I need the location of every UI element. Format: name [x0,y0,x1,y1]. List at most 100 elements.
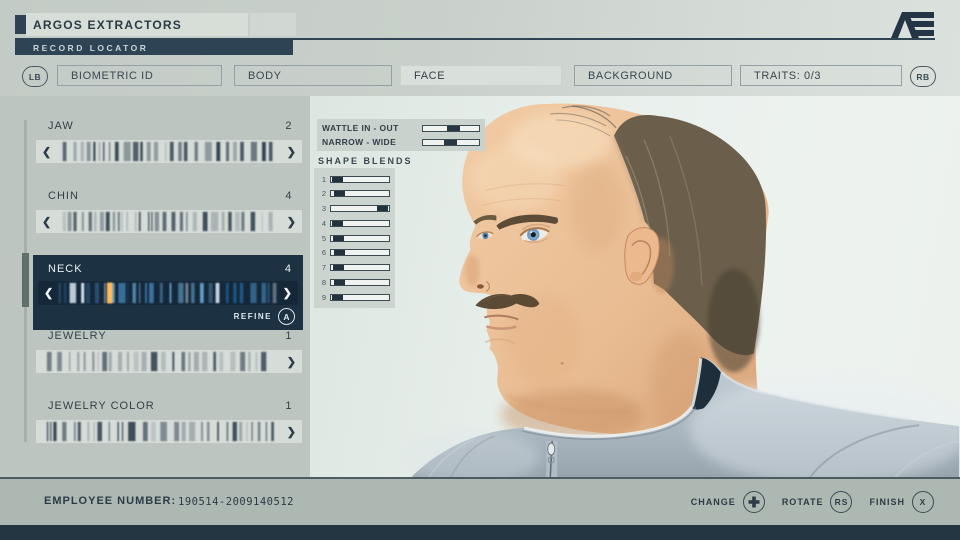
slider-row-jewelry: JEWELRY 1 ❯ [36,330,302,376]
shape-blends-panel: 1 2 3 4 5 6 7 8 9 [314,168,395,308]
finish-button[interactable]: FINISH X [869,491,934,513]
shape-blend-row: 6 [319,247,390,259]
shape-blend-row: 5 [319,232,390,244]
shape-blend-row: 7 [319,262,390,274]
employee-number-value: 190514-2009140512 [178,496,294,508]
chevron-right-icon[interactable]: ❯ [287,215,296,228]
rb-shoulder-button[interactable]: RB [910,66,936,87]
shape-blend-number: 2 [321,189,326,199]
employee-number-label: EMPLOYEE NUMBER: [44,495,177,507]
shape-blends-title: SHAPE BLENDS [318,156,413,166]
lb-shoulder-button[interactable]: LB [22,66,48,87]
tab-face[interactable]: FACE [400,65,562,86]
slider-value: 1 [285,330,292,342]
rotate-label: ROTATE [781,497,824,507]
page-subtitle: RECORD LOCATOR [33,43,149,53]
chevron-left-icon[interactable]: ❮ [44,287,53,300]
shape-blend-slider-4[interactable] [330,219,390,227]
tab-background[interactable]: BACKGROUND [574,65,732,86]
footer-bar: EMPLOYEE NUMBER: 190514-2009140512 CHANG… [0,479,960,525]
slider-row-neck-selected[interactable]: NECK 4 ❮ ❯ REFINE A [33,255,303,330]
slider-row-chin: CHIN 4 ❮ ❯ [36,190,302,236]
slider-row-jewelry-color: JEWELRY COLOR 1 ❯ [36,400,302,446]
slider-label: JAW [48,120,74,132]
slider-value: 2 [285,120,292,132]
shape-blend-number: 1 [321,174,326,184]
shape-blend-row: 8 [319,276,390,288]
barcode-strip [44,421,278,442]
tab-biometric-id[interactable]: BIOMETRIC ID [57,65,222,86]
title-background-tail [250,13,296,36]
morph-label: NARROW - WIDE [322,137,397,147]
shape-blend-slider-6[interactable] [330,249,390,257]
rotate-button[interactable]: ROTATE RS [782,491,853,513]
footer-actions: CHANGE ROTATE RS FINISH X [691,479,934,525]
rs-button-icon[interactable]: RS [830,491,853,513]
x-button-icon[interactable]: X [912,491,934,513]
barcode-strip [44,351,278,372]
finish-label: FINISH [869,497,905,507]
shape-blend-number: 9 [321,292,326,302]
refine-label: REFINE [233,312,272,321]
shape-blend-row: 4 [319,217,390,229]
slider-value: 1 [285,400,292,412]
slider-label: JEWELRY [48,330,107,342]
tab-body[interactable]: BODY [234,65,392,86]
chevron-right-icon[interactable]: ❯ [287,145,296,158]
bottom-strip [0,525,960,540]
slider-row-jaw: JAW 2 ❮ ❯ [36,120,302,166]
page-title: ARGOS EXTRACTORS [33,18,182,32]
shape-blend-slider-3[interactable] [330,205,390,212]
shape-blend-slider-1[interactable] [330,175,390,183]
character-viewport[interactable] [310,96,960,478]
tab-traits[interactable]: TRAITS: 0/3 [740,65,902,86]
shape-blend-row: 3 [319,203,390,215]
shape-blend-slider-9[interactable] [330,293,390,301]
jewelry-color-slider[interactable]: ❯ [36,420,302,443]
shape-blend-slider-2[interactable] [330,190,390,198]
shape-blend-number: 4 [321,218,326,228]
title-bullet [15,15,26,34]
shape-blend-row: 9 [319,291,390,303]
shape-blend-slider-7[interactable] [330,264,390,271]
change-button[interactable]: CHANGE [691,491,765,513]
a-button-icon[interactable]: A [278,308,295,325]
ae-logo-icon [891,12,934,38]
shape-blend-row: 1 [319,173,390,185]
morph-row-wattle: WATTLE IN - OUT [322,122,480,134]
morph-label: WATTLE IN - OUT [322,123,399,133]
shape-blend-slider-8[interactable] [330,278,390,286]
jewelry-slider[interactable]: ❯ [36,350,302,373]
chevron-left-icon[interactable]: ❮ [42,215,51,228]
slider-label: CHIN [48,190,79,202]
dpad-icon[interactable] [742,491,765,513]
barcode-strip [60,141,278,162]
morph-slider-box: WATTLE IN - OUT NARROW - WIDE [317,119,485,151]
shape-blend-number: 3 [321,204,326,213]
wattle-slider[interactable] [422,124,480,132]
shape-blend-number: 8 [321,277,326,287]
chin-slider[interactable]: ❮ ❯ [36,210,302,233]
chevron-right-icon[interactable]: ❯ [287,355,296,368]
narrow-slider[interactable] [422,138,480,146]
neck-slider[interactable]: ❮ ❯ [38,281,298,305]
shape-blend-slider-5[interactable] [330,234,390,242]
change-label: CHANGE [690,497,736,507]
slider-label: JEWELRY COLOR [48,400,155,412]
shape-blend-number: 7 [321,263,326,272]
shape-blend-number: 5 [321,233,326,243]
slider-label: NECK [48,263,83,275]
chevron-right-icon[interactable]: ❯ [287,425,296,438]
slider-value: 4 [285,190,292,202]
shape-blend-number: 6 [321,248,326,258]
chevron-left-icon[interactable]: ❮ [42,145,51,158]
panel-scrollbar-thumb[interactable] [22,253,29,307]
refine-control[interactable]: REFINE A [234,308,295,325]
barcode-strip-selected [56,282,280,304]
jaw-slider[interactable]: ❮ ❯ [36,140,302,163]
character-portrait [400,103,960,478]
morph-row-narrow: NARROW - WIDE [322,136,480,148]
slider-value: 4 [284,263,291,275]
chevron-right-icon[interactable]: ❯ [283,287,292,300]
shape-blend-row: 2 [319,188,390,200]
